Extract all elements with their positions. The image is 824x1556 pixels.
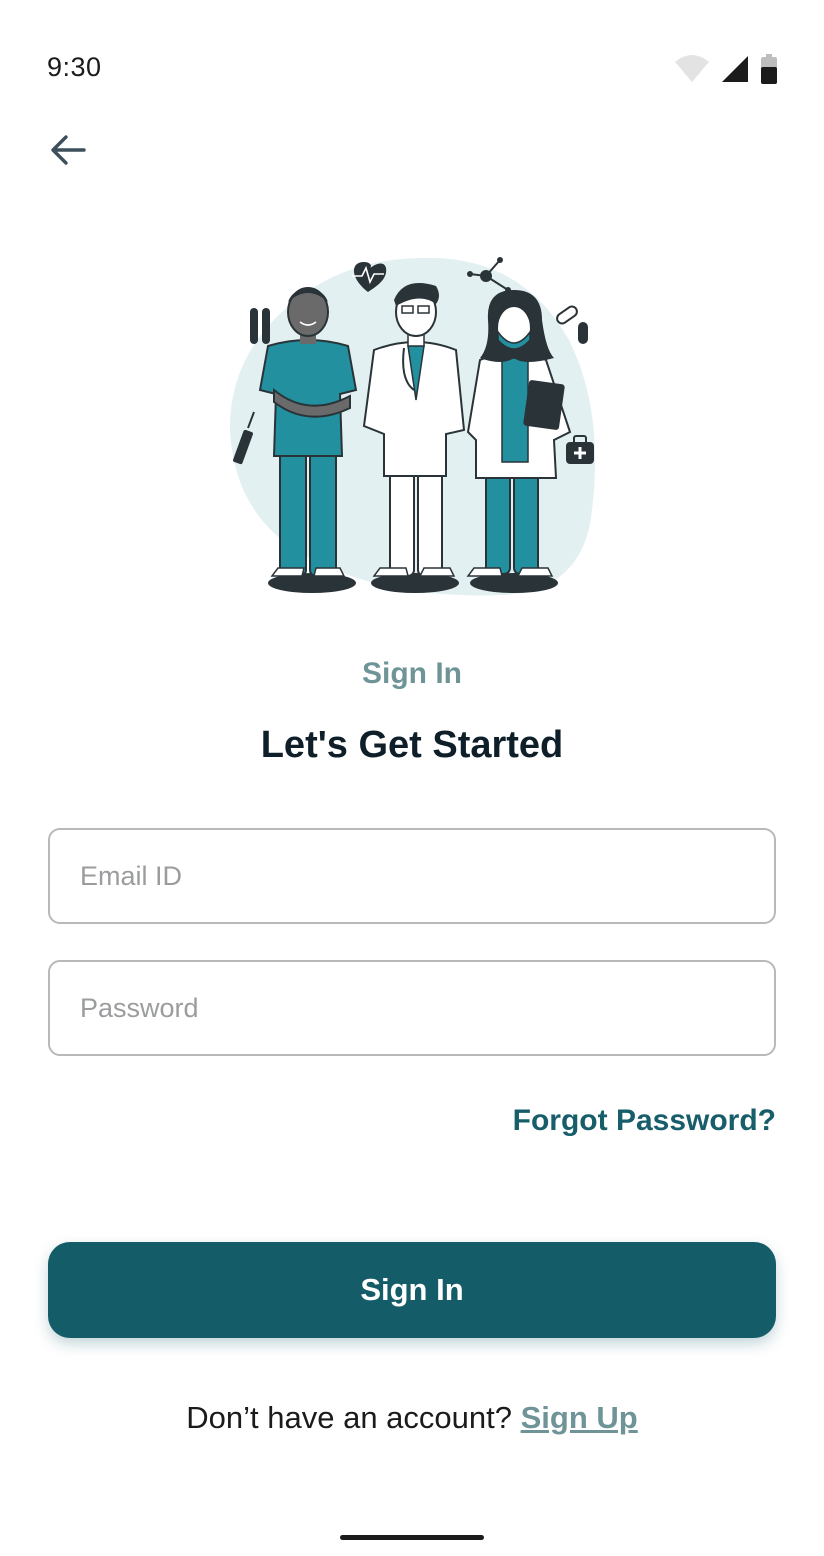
signup-prompt-row: Don’t have an account? Sign Up	[0, 1400, 824, 1436]
email-field[interactable]	[50, 830, 774, 922]
status-bar: 9:30	[0, 0, 824, 110]
wifi-icon	[675, 55, 709, 82]
email-field-container	[48, 828, 776, 924]
sign-in-button[interactable]: Sign In	[48, 1242, 776, 1338]
page-title: Let's Get Started	[260, 724, 564, 766]
forgot-password-link[interactable]: Forgot Password?	[513, 1104, 776, 1138]
status-icons	[674, 54, 778, 84]
cellular-signal-icon	[722, 56, 748, 82]
signup-prompt-text: Don’t have an account?	[186, 1400, 521, 1435]
medical-team-illustration	[229, 257, 596, 596]
sign-up-link[interactable]: Sign Up	[521, 1400, 638, 1435]
password-field-container	[48, 960, 776, 1056]
back-button[interactable]	[40, 122, 96, 178]
sign-in-eyebrow: Sign In	[362, 657, 462, 690]
status-time: 9:30	[47, 52, 102, 82]
arrow-left-icon	[51, 135, 86, 165]
battery-icon	[761, 54, 777, 84]
password-field[interactable]	[50, 962, 774, 1054]
home-indicator[interactable]	[340, 1535, 484, 1540]
